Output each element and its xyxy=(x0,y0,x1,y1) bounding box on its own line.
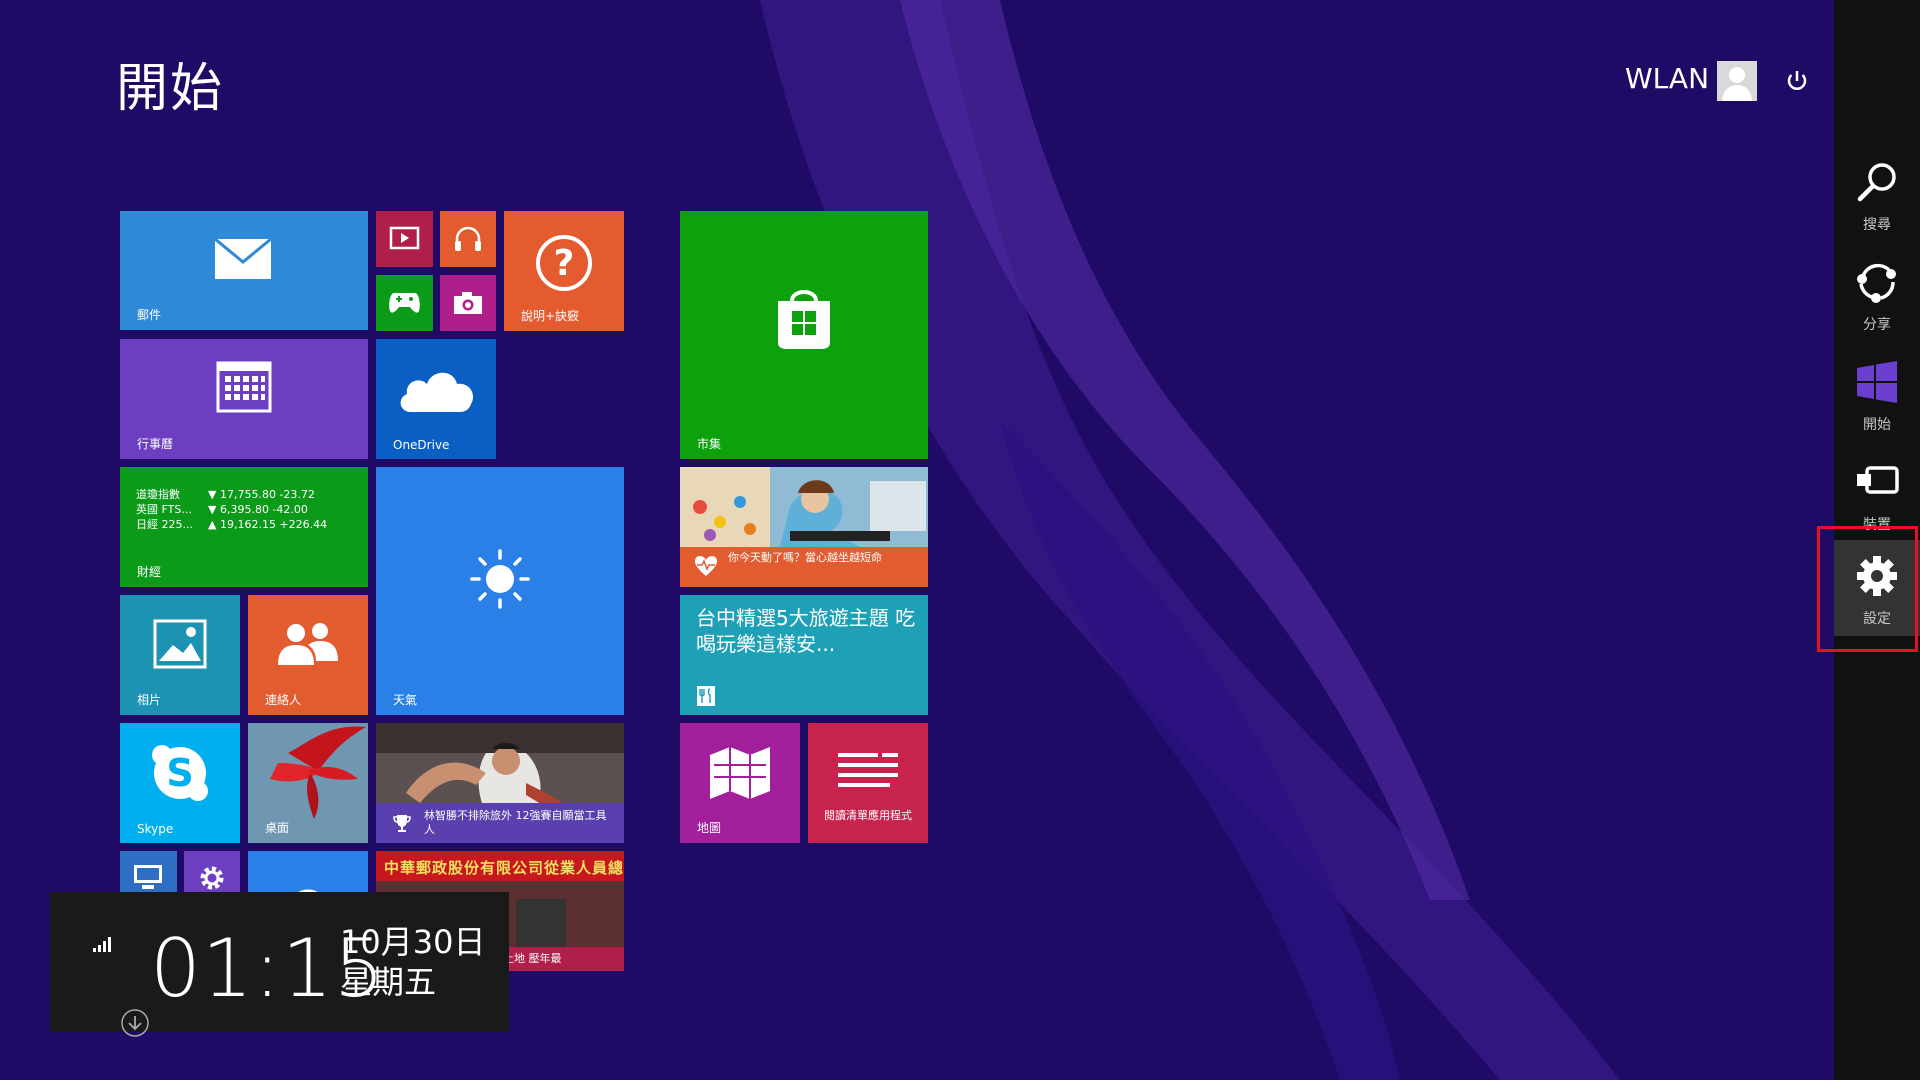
charm-search[interactable]: 搜尋 xyxy=(1834,146,1920,242)
tile-label: 行事曆 xyxy=(137,437,174,451)
lock-clock-overlay: 01:15 10月30日 星期五 xyxy=(50,892,509,1032)
windows-icon xyxy=(1857,361,1897,403)
power-button[interactable] xyxy=(1782,66,1812,96)
help-icon: ? xyxy=(536,235,592,291)
clock-date: 10月30日 星期五 xyxy=(340,922,485,1002)
food-icon xyxy=(697,686,715,706)
page-title: 開始 xyxy=(116,59,225,119)
tile-finance[interactable]: 道瓊指數 英國 FTS... 日經 225... ▼ 17,755.80 -23… xyxy=(120,467,368,587)
cloud-icon xyxy=(400,372,474,412)
finance-quote-value: ▼ 17,755.80 -23.72 xyxy=(208,488,315,501)
skype-icon: S xyxy=(152,745,208,801)
photo-icon xyxy=(153,619,207,669)
charm-label: 搜尋 xyxy=(1863,217,1891,233)
tile-label: 相片 xyxy=(137,693,162,707)
signal-strength-icon xyxy=(93,937,111,952)
tile-help[interactable]: ? 說明+訣竅 xyxy=(504,211,624,331)
user-icon xyxy=(1717,61,1757,101)
tile-store[interactable]: 市集 xyxy=(680,211,928,459)
headphones-icon xyxy=(455,226,481,251)
tile-sports[interactable]: 林智勝不排除旅外 12強賽自願當工具人 xyxy=(376,723,624,843)
clock-weekday: 星期五 xyxy=(340,963,437,1001)
sun-icon xyxy=(470,549,530,609)
trophy-icon xyxy=(393,815,411,832)
tile-label: Skype xyxy=(137,822,174,836)
devices-icon xyxy=(1857,466,1899,494)
tile-skype[interactable]: S Skype xyxy=(120,723,240,843)
tile-mail[interactable]: 郵件 xyxy=(120,211,368,330)
charm-share[interactable]: 分享 xyxy=(1834,246,1920,342)
tile-label: 閱讀清單應用程式 xyxy=(824,809,912,822)
charm-start[interactable]: 開始 xyxy=(1834,346,1920,442)
video-icon xyxy=(389,226,420,250)
settings-highlight-box xyxy=(1817,526,1918,652)
tile-label: 郵件 xyxy=(137,308,162,322)
tile-calendar[interactable]: 行事曆 xyxy=(120,339,368,459)
map-icon xyxy=(710,747,770,799)
tile-label: 桌面 xyxy=(265,821,290,835)
tile-games[interactable] xyxy=(376,275,433,331)
tile-food[interactable]: 台中精選5大旅遊主題 吃喝玩樂這樣安... xyxy=(680,595,928,715)
svg-text:?: ? xyxy=(554,243,575,284)
heart-rate-icon xyxy=(695,556,717,576)
tile-onedrive[interactable]: OneDrive xyxy=(376,339,496,459)
gamepad-icon xyxy=(389,293,420,313)
tile-music[interactable] xyxy=(440,211,496,267)
computer-icon xyxy=(134,865,162,889)
user-name[interactable]: WLAN xyxy=(1625,62,1709,95)
tile-camera[interactable] xyxy=(440,275,496,331)
tile-label: 林智勝不排除旅外 12強賽自願當工具人 xyxy=(424,809,607,836)
all-apps-arrow-icon[interactable] xyxy=(120,1008,150,1038)
tile-label: 你今天動了嗎？當心越坐越短命 xyxy=(728,551,882,564)
tile-reading-list[interactable]: 閱讀清單應用程式 xyxy=(808,723,928,843)
tile-label: 天氣 xyxy=(393,693,418,707)
tile-video[interactable] xyxy=(376,211,433,267)
tile-photos[interactable]: 相片 xyxy=(120,595,240,715)
tile-label: 地圖 xyxy=(697,821,722,835)
calendar-icon xyxy=(216,361,272,413)
finance-quote-name: 英國 FTS... xyxy=(136,503,192,516)
charm-label: 分享 xyxy=(1863,317,1891,333)
finance-quote-name: 日經 225... xyxy=(136,518,193,531)
tile-weather[interactable]: 天氣 xyxy=(376,467,624,715)
mail-icon xyxy=(214,238,272,279)
search-icon xyxy=(1857,163,1896,202)
gear-icon xyxy=(200,866,224,890)
tile-label: 連絡人 xyxy=(265,693,302,707)
tile-label: 財經 xyxy=(137,565,162,579)
food-headline: 台中精選5大旅遊主題 吃喝玩樂這樣安... xyxy=(696,606,916,656)
finance-quote-value: ▲ 19,162.15 +226.44 xyxy=(208,518,328,531)
tile-maps[interactable]: 地圖 xyxy=(680,723,800,843)
finance-quote-name: 道瓊指數 xyxy=(136,488,180,501)
clock-day: 10月30日 xyxy=(340,923,486,961)
camera-icon xyxy=(454,292,482,314)
people-icon xyxy=(278,623,338,665)
finance-quote-value: ▼ 6,395.80 -42.00 xyxy=(208,503,308,516)
tile-label: OneDrive xyxy=(393,438,450,452)
share-icon xyxy=(1857,263,1896,303)
charm-label: 開始 xyxy=(1863,417,1891,433)
avatar[interactable] xyxy=(1717,61,1757,101)
tile-desktop[interactable]: 桌面 xyxy=(248,723,368,843)
svg-text:S: S xyxy=(166,751,193,795)
reading-list-icon xyxy=(838,753,898,787)
tile-health[interactable]: 你今天動了嗎？當心越坐越短命 xyxy=(680,467,928,587)
store-icon xyxy=(778,290,830,349)
tile-label: 市集 xyxy=(697,437,722,451)
tile-label: 說明+訣竅 xyxy=(521,309,580,323)
tile-people[interactable]: 連絡人 xyxy=(248,595,368,715)
news-sign-text: 中華郵政股份有限公司從業人員總統 xyxy=(384,859,624,877)
power-icon xyxy=(1787,71,1807,90)
